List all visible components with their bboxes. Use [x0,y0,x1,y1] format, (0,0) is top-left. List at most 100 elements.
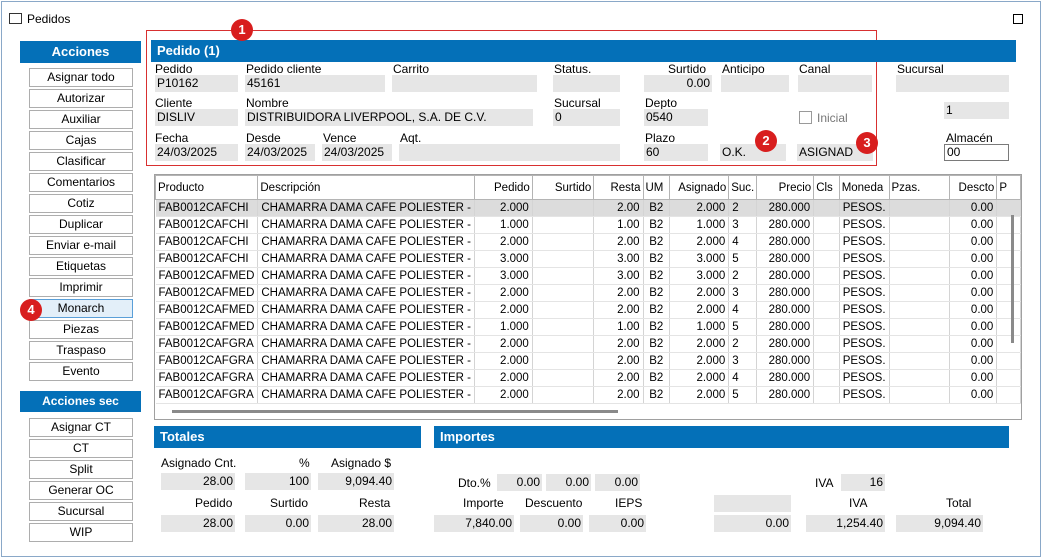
table-cell[interactable]: 2.00 [593,233,644,251]
table-cell[interactable] [813,284,840,302]
sucursal-field[interactable]: 0 [553,109,620,126]
table-cell[interactable] [996,250,1021,268]
table-cell[interactable]: FAB0012CAFMED [155,284,259,302]
action-sec-button-wip[interactable]: WIP [29,523,133,542]
action-button-autorizar[interactable]: Autorizar [29,89,133,108]
blank-importe-field[interactable] [714,495,791,512]
inicial-checkbox[interactable] [799,111,812,124]
table-cell[interactable] [889,267,951,285]
table-row[interactable]: FAB0012CAFCHI CHAMARRA DAMA CAFE POLIESTE… [155,233,1021,251]
table-cell[interactable] [889,250,951,268]
table-cell[interactable]: 3.000 [474,250,533,268]
table-cell[interactable]: B2 [643,284,671,302]
action-sec-button-split[interactable]: Split [29,460,133,479]
table-row[interactable]: FAB0012CAFMED CHAMARRA DAMA CAFE POLIESTE… [155,267,1021,285]
action-sec-button-asignar-ct[interactable]: Asignar CT [29,418,133,437]
table-cell[interactable]: PESOS. [839,216,890,234]
table-cell[interactable]: B2 [643,318,671,336]
table-cell[interactable]: 3 [728,352,758,370]
table-cell[interactable]: PESOS. [839,369,890,387]
table-cell[interactable]: 280.000 [756,335,815,353]
table-row[interactable]: FAB0012CAFGRA CHAMARRA DAMA CAFE POLIESTE… [155,386,1021,404]
table-row[interactable]: FAB0012CAFGRA CHAMARRA DAMA CAFE POLIESTE… [155,352,1021,370]
totales-resta-field[interactable]: 28.00 [318,515,394,532]
table-cell[interactable] [532,369,595,387]
depto-field[interactable]: 0540 [644,109,708,126]
table-cell[interactable] [532,199,595,217]
table-cell[interactable]: 2.000 [669,386,730,404]
table-cell[interactable] [532,318,595,336]
table-cell[interactable]: CHAMARRA DAMA CAFE POLIESTER - [257,352,475,370]
dto-field-2[interactable]: 0.00 [546,474,591,491]
table-cell[interactable] [996,199,1021,217]
table-cell[interactable] [996,318,1021,336]
table-cell[interactable]: 3.00 [593,250,644,268]
vence-field[interactable]: 24/03/2025 [322,144,392,161]
action-button-evento[interactable]: Evento [29,362,133,381]
table-cell[interactable]: PESOS. [839,284,890,302]
aqt-field[interactable] [399,144,620,161]
table-cell[interactable]: 0.00 [949,250,998,268]
carrito-field[interactable] [392,75,537,92]
table-row[interactable]: FAB0012CAFGRA CHAMARRA DAMA CAFE POLIESTE… [155,335,1021,353]
anticipo-field[interactable] [721,75,789,92]
table-cell[interactable]: 280.000 [756,267,815,285]
table-cell[interactable]: PESOS. [839,386,890,404]
column-header-cls[interactable]: Cls [813,175,840,200]
table-cell[interactable]: PESOS. [839,250,890,268]
action-button-clasificar[interactable]: Clasificar [29,152,133,171]
table-cell[interactable] [532,267,595,285]
table-cell[interactable]: 280.000 [756,250,815,268]
column-header-asignado[interactable]: Asignado [669,175,730,200]
totales-surtido-field[interactable]: 0.00 [245,515,311,532]
table-cell[interactable]: FAB0012CAFGRA [155,386,259,404]
almacen-field[interactable]: 00 [944,144,1009,161]
maximize-icon[interactable] [1013,14,1023,24]
table-cell[interactable]: 2 [728,267,758,285]
table-cell[interactable] [889,386,951,404]
action-button-enviar-e-mail[interactable]: Enviar e-mail [29,236,133,255]
totales-pedido-field[interactable]: 28.00 [161,515,235,532]
table-cell[interactable] [996,369,1021,387]
table-cell[interactable]: B2 [643,335,671,353]
table-cell[interactable]: PESOS. [839,301,890,319]
action-button-monarch[interactable]: Monarch [29,299,133,318]
table-cell[interactable]: FAB0012CAFGRA [155,369,259,387]
dto-field-3[interactable]: 0.00 [595,474,640,491]
table-cell[interactable]: FAB0012CAFCHI [155,233,259,251]
table-row[interactable]: FAB0012CAFGRA CHAMARRA DAMA CAFE POLIESTE… [155,369,1021,387]
action-button-cotiz[interactable]: Cotiz [29,194,133,213]
table-cell[interactable]: B2 [643,216,671,234]
total-field[interactable]: 9,094.40 [896,515,983,532]
table-cell[interactable]: 0.00 [949,318,998,336]
table-cell[interactable]: FAB0012CAFGRA [155,352,259,370]
column-header-p[interactable]: P [996,175,1021,200]
table-cell[interactable]: PESOS. [839,335,890,353]
table-cell[interactable] [889,301,951,319]
table-cell[interactable] [813,386,840,404]
table-cell[interactable]: 0.00 [949,199,998,217]
nombre-field[interactable]: DISTRIBUIDORA LIVERPOOL, S.A. DE C.V. [245,109,533,126]
desde-field[interactable]: 24/03/2025 [245,144,315,161]
table-cell[interactable]: 3 [728,284,758,302]
action-button-comentarios[interactable]: Comentarios [29,173,133,192]
table-cell[interactable]: 2.000 [669,335,730,353]
column-header-suc[interactable]: Suc. [728,175,758,200]
action-button-cajas[interactable]: Cajas [29,131,133,150]
table-cell[interactable]: 1.000 [669,318,730,336]
table-cell[interactable]: CHAMARRA DAMA CAFE POLIESTER - [257,386,475,404]
table-cell[interactable]: 3.000 [669,250,730,268]
table-cell[interactable]: 2 [728,199,758,217]
column-header-resta[interactable]: Resta [593,175,644,200]
table-cell[interactable]: 2.000 [669,369,730,387]
table-cell[interactable]: B2 [643,250,671,268]
table-cell[interactable]: CHAMARRA DAMA CAFE POLIESTER - [257,369,475,387]
table-row[interactable]: FAB0012CAFMED CHAMARRA DAMA CAFE POLIESTE… [155,301,1021,319]
table-cell[interactable]: 2.000 [669,199,730,217]
canal-field[interactable] [798,75,872,92]
table-cell[interactable]: 1.000 [474,318,533,336]
table-cell[interactable]: CHAMARRA DAMA CAFE POLIESTER - [257,233,475,251]
table-cell[interactable]: 3.000 [669,267,730,285]
action-button-traspaso[interactable]: Traspaso [29,341,133,360]
table-cell[interactable] [889,318,951,336]
